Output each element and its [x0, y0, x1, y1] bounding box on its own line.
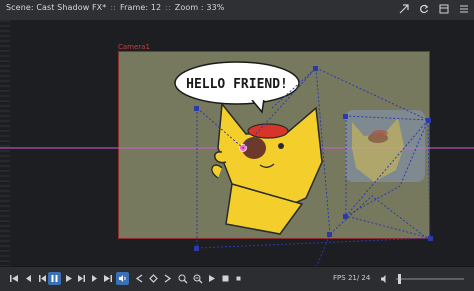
next-frame-icon[interactable]: [88, 272, 101, 285]
playback-toolbar: FPS 21/ 24: [0, 266, 474, 291]
frame-readout: Frame: 12: [119, 3, 162, 12]
scene-name: Scene: Cast Shadow FX*: [6, 3, 107, 12]
cast-shadow-copy[interactable]: [345, 110, 425, 182]
play-icon[interactable]: [62, 272, 75, 285]
pause-icon[interactable]: [48, 272, 61, 285]
menu-icon[interactable]: [457, 2, 470, 15]
scene-title: Scene: Cast Shadow FX*:: Frame: 12:: Zoom …: [6, 3, 224, 12]
view-options: [397, 2, 470, 15]
last-frame-icon[interactable]: [101, 272, 114, 285]
fps-value: 21/ 24: [347, 274, 371, 282]
layout-icon[interactable]: [437, 2, 450, 15]
loop-icon[interactable]: [116, 272, 129, 285]
zoom-readout: Zoom : 33%: [174, 3, 225, 12]
zoom-in-icon[interactable]: [176, 272, 189, 285]
stage-artwork: HELLO FRIEND!: [0, 61, 474, 266]
cat-character[interactable]: [211, 102, 323, 235]
app-window: Scene: Cast Shadow FX*:: Frame: 12:: Zoom …: [0, 0, 474, 291]
rotate-icon[interactable]: [417, 2, 430, 15]
title-separator: ::: [165, 3, 171, 12]
prev-frame-icon[interactable]: [22, 272, 35, 285]
zoom-out-icon[interactable]: [191, 272, 204, 285]
scene-viewport[interactable]: Camera1 HELLO FRIEND!: [0, 20, 474, 266]
fps-label: FPS: [333, 274, 346, 282]
arrow-tool-icon[interactable]: [397, 2, 410, 15]
next-step-icon[interactable]: [75, 272, 88, 285]
play-range-icon[interactable]: [205, 272, 218, 285]
scene-view-titlebar: Scene: Cast Shadow FX*:: Frame: 12:: Zoom …: [0, 0, 474, 21]
volume-slider[interactable]: [394, 273, 466, 285]
fps-readout: FPS 21/ 24: [333, 274, 370, 282]
speaker-icon[interactable]: [378, 272, 391, 285]
speech-bubble[interactable]: HELLO FRIEND!: [174, 61, 300, 114]
prev-key-icon[interactable]: [133, 272, 146, 285]
title-separator: ::: [110, 3, 116, 12]
record-icon[interactable]: [232, 272, 245, 285]
next-key-icon[interactable]: [161, 272, 174, 285]
volume-handle[interactable]: [398, 274, 401, 284]
key-icon[interactable]: [147, 272, 160, 285]
first-frame-icon[interactable]: [8, 272, 21, 285]
speech-bubble-text: HELLO FRIEND!: [186, 77, 288, 92]
stop-icon[interactable]: [219, 272, 232, 285]
